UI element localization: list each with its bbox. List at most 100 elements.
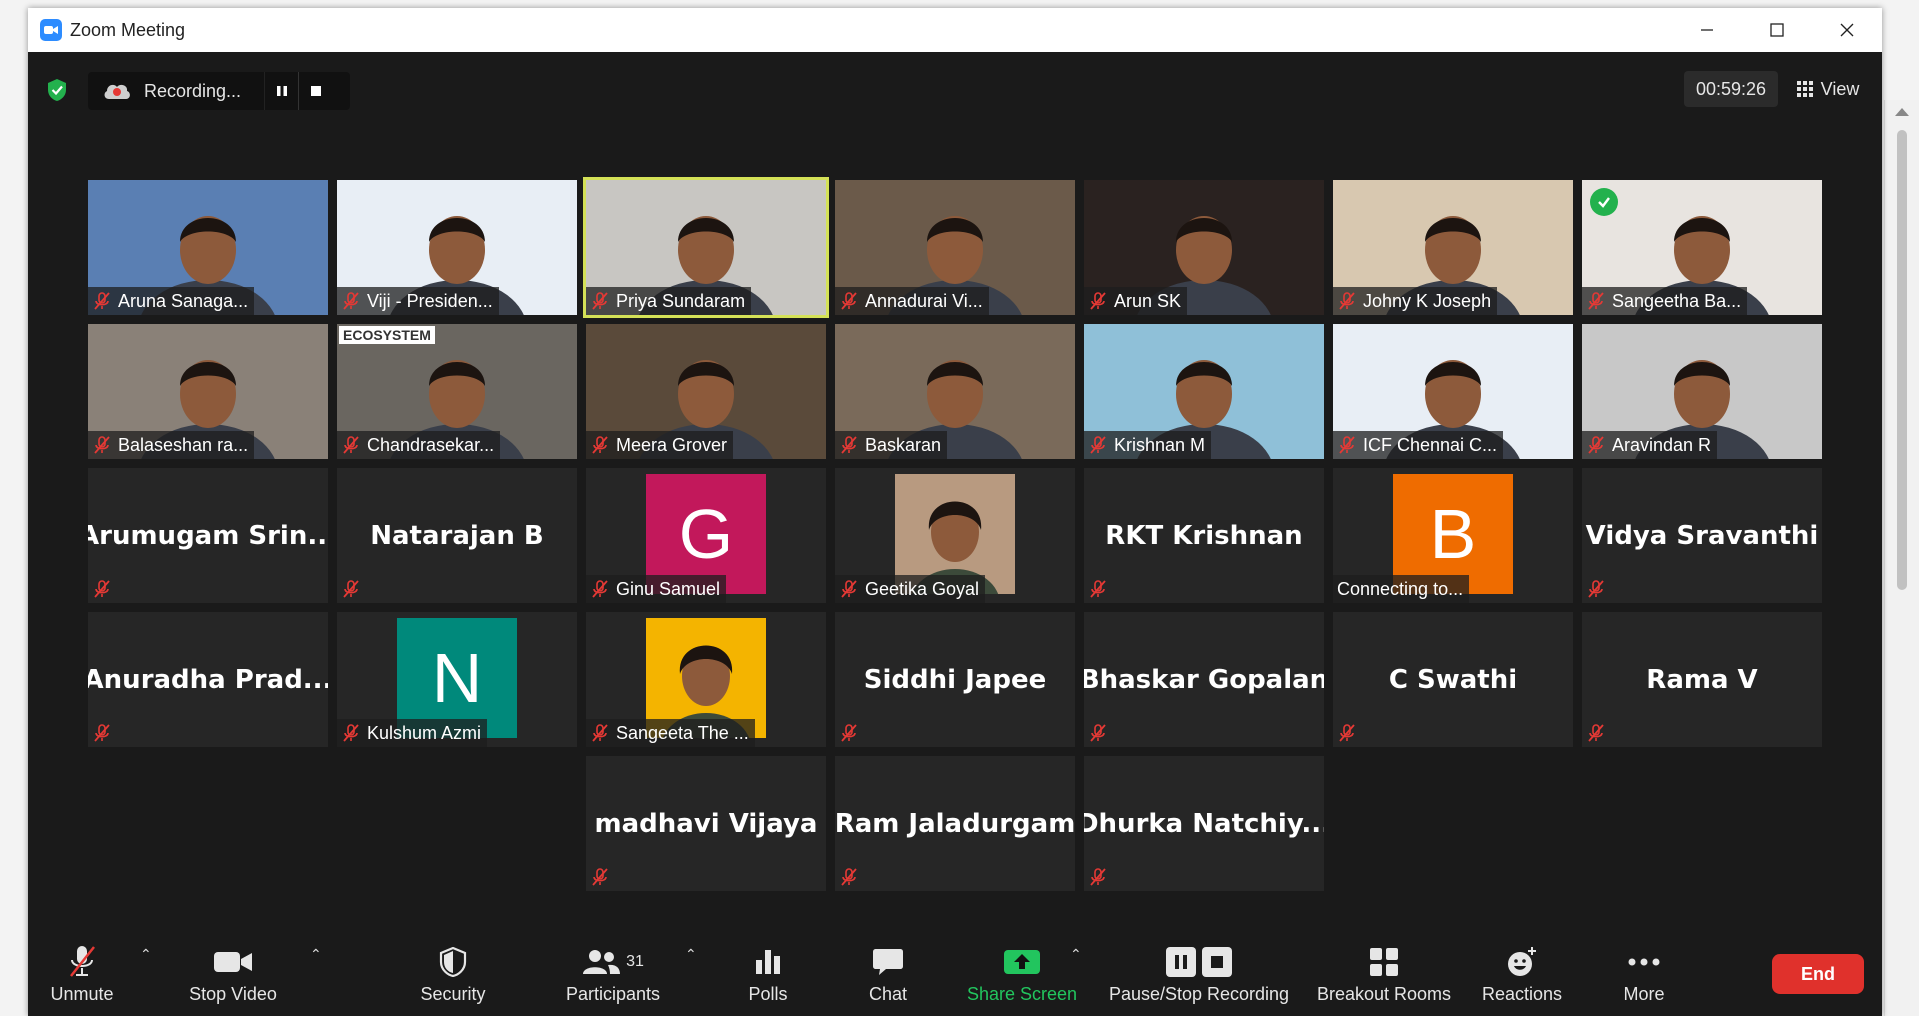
scroll-up-icon[interactable]: [1895, 108, 1909, 116]
chat-button[interactable]: Chat: [860, 938, 916, 1016]
participant-tile[interactable]: Johny K Joseph: [1333, 180, 1573, 315]
participant-name-label: Ginu Samuel: [586, 575, 727, 603]
participant-tile[interactable]: Baskaran: [835, 324, 1075, 459]
pause-stop-recording-button[interactable]: Pause/Stop Recording: [1106, 938, 1292, 1016]
participants-options-caret[interactable]: ⌃: [685, 946, 697, 963]
breakout-rooms-button[interactable]: Breakout Rooms: [1314, 938, 1454, 1016]
muted-mic-icon: [592, 868, 608, 886]
pause-icon: [276, 86, 287, 96]
participant-tile[interactable]: Meera Grover: [586, 324, 826, 459]
close-button[interactable]: [1812, 8, 1882, 52]
participant-tile[interactable]: Aravindan R: [1582, 324, 1822, 459]
participant-name-label: [1582, 575, 1618, 603]
audio-options-caret[interactable]: ⌃: [140, 946, 152, 963]
participant-name: Connecting to...: [1337, 578, 1464, 599]
participant-tile[interactable]: Arumugam Srin...: [88, 468, 328, 603]
participant-tile[interactable]: Aruna Sanaga...: [88, 180, 328, 315]
breakout-rooms-icon: [1370, 948, 1398, 976]
muted-mic-icon: [1339, 436, 1355, 454]
participant-tile[interactable]: Anuradha Prad...: [88, 612, 328, 747]
participant-tile[interactable]: Vidya Sravanthi: [1582, 468, 1822, 603]
participant-tile[interactable]: ECOSYSTEM Chandrasekar...: [337, 324, 577, 459]
muted-mic-icon: [1090, 436, 1106, 454]
participant-name-label: Viji - Presiden...: [337, 287, 499, 315]
participant-name-label: [1333, 719, 1369, 747]
participant-tile[interactable]: Rama V: [1582, 612, 1822, 747]
muted-mic-icon: [841, 724, 857, 742]
muted-mic-icon: [841, 580, 857, 598]
stop-recording-button[interactable]: [298, 72, 332, 110]
recording-label: Recording...: [144, 80, 242, 101]
reactions-button[interactable]: Reactions: [1480, 938, 1564, 1016]
video-options-caret[interactable]: ⌃: [310, 946, 322, 963]
participant-name-label: Connecting to...: [1333, 575, 1470, 603]
participant-name-label: Meera Grover: [586, 431, 734, 459]
title-bar: Zoom Meeting: [28, 8, 1882, 52]
participants-button[interactable]: 31 Participants: [558, 938, 668, 1016]
participant-name: Aravindan R: [1612, 434, 1712, 455]
participant-name-label: Geetika Goyal: [835, 575, 986, 603]
muted-mic-icon: [592, 724, 608, 742]
pause-recording-button[interactable]: [264, 72, 298, 110]
participant-tile[interactable]: Krishnan M: [1084, 324, 1324, 459]
participant-tile[interactable]: Annadurai Vi...: [835, 180, 1075, 315]
participant-tile[interactable]: Viji - Presiden...: [337, 180, 577, 315]
participant-tile[interactable]: RKT Krishnan: [1084, 468, 1324, 603]
participant-tile[interactable]: G Ginu Samuel: [586, 468, 826, 603]
muted-mic-icon: [1339, 292, 1355, 310]
participant-tile[interactable]: Bhaskar Gopalan: [1084, 612, 1324, 747]
maximize-button[interactable]: [1742, 8, 1812, 52]
participant-name-label: Kulshum Azmi: [337, 719, 488, 747]
muted-mic-icon: [94, 292, 110, 310]
security-button[interactable]: Security: [408, 938, 498, 1016]
participant-tile[interactable]: Sangeeta The ...: [586, 612, 826, 747]
muted-mic-icon: [592, 436, 608, 454]
participant-name: Annadurai Vi...: [865, 290, 983, 311]
participant-tile[interactable]: Balaseshan ra...: [88, 324, 328, 459]
muted-mic-icon: [94, 724, 110, 742]
participant-tile[interactable]: Sangeetha Ba...: [1582, 180, 1822, 315]
share-options-caret[interactable]: ⌃: [1070, 946, 1082, 963]
minimize-button[interactable]: [1672, 8, 1742, 52]
participant-name: Balaseshan ra...: [118, 434, 249, 455]
participant-display-name: madhavi Vijaya: [594, 808, 818, 839]
zoom-window: Zoom Meeting Recording... 00:59:26 View …: [28, 8, 1882, 1016]
polls-button[interactable]: Polls: [740, 938, 796, 1016]
participant-name: Ginu Samuel: [616, 578, 721, 599]
participant-tile[interactable]: Priya Sundaram: [583, 177, 829, 318]
participant-name-label: Sangeetha Ba...: [1582, 287, 1748, 315]
participant-tile[interactable]: Dhurka Natchiy...: [1084, 756, 1324, 891]
muted-mic-icon: [343, 724, 359, 742]
participant-name-label: [337, 575, 373, 603]
participant-tile[interactable]: Geetika Goyal: [835, 468, 1075, 603]
participant-name: Geetika Goyal: [865, 578, 980, 599]
background-scrollbar[interactable]: [1884, 100, 1919, 1016]
participants-icon: [583, 950, 621, 974]
security-shield-icon: [439, 947, 467, 977]
background-banner: ECOSYSTEM: [339, 326, 435, 344]
participant-tile[interactable]: N Kulshum Azmi: [337, 612, 577, 747]
participant-tile[interactable]: Natarajan B: [337, 468, 577, 603]
end-meeting-button[interactable]: End: [1772, 954, 1864, 994]
share-screen-button[interactable]: Share Screen: [962, 938, 1082, 1016]
participant-name-label: Johny K Joseph: [1333, 287, 1498, 315]
participant-display-name: Rama V: [1646, 664, 1758, 695]
pause-stop-recording-label: Pause/Stop Recording: [1108, 984, 1290, 1004]
encryption-shield-icon[interactable]: [46, 78, 68, 102]
recording-indicator: Recording...: [88, 72, 350, 110]
view-button[interactable]: View: [1788, 71, 1868, 107]
window-controls: [1672, 8, 1882, 52]
participant-tile[interactable]: B Connecting to...: [1333, 468, 1573, 603]
participant-tile[interactable]: Arun SK: [1084, 180, 1324, 315]
participant-tile[interactable]: C Swathi: [1333, 612, 1573, 747]
more-button[interactable]: More: [1614, 938, 1674, 1016]
participant-tile[interactable]: ICF Chennai C...: [1333, 324, 1573, 459]
participant-name-label: [1084, 719, 1120, 747]
muted-mic-icon: [1090, 724, 1106, 742]
participant-tile[interactable]: Siddhi Japee: [835, 612, 1075, 747]
stop-video-button[interactable]: Stop Video: [183, 938, 283, 1016]
participant-tile[interactable]: Ram Jaladurgam: [835, 756, 1075, 891]
scroll-thumb[interactable]: [1897, 130, 1907, 590]
participant-tile[interactable]: madhavi Vijaya: [586, 756, 826, 891]
unmute-button[interactable]: Unmute: [50, 938, 114, 1016]
